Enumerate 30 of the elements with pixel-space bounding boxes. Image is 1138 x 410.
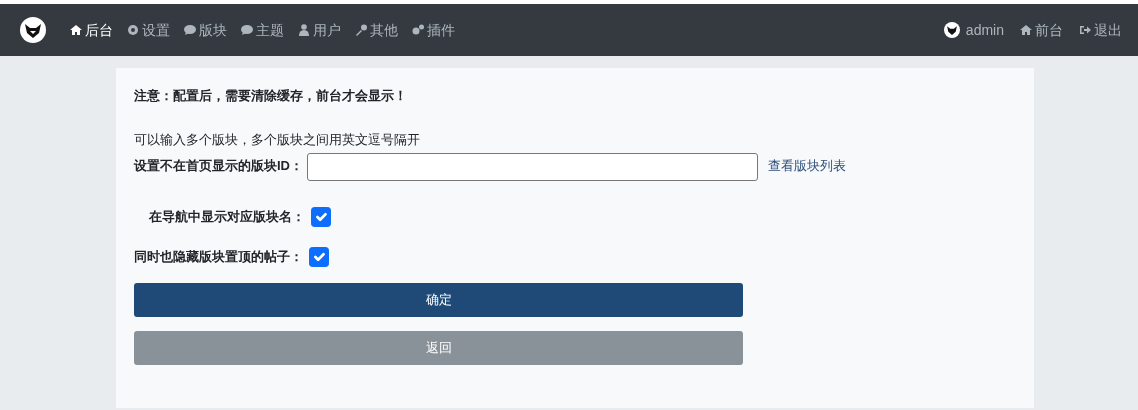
logo-icon[interactable] <box>20 17 46 43</box>
sign-out-icon <box>1079 24 1091 36</box>
nav-link[interactable]: 版块 <box>184 19 227 41</box>
checkbox[interactable] <box>311 207 331 227</box>
home-icon <box>70 24 82 36</box>
user-link[interactable]: admin <box>943 19 1004 41</box>
logout-link[interactable]: 退出 <box>1079 19 1122 41</box>
nav-link[interactable]: 插件 <box>412 19 455 41</box>
notice-text: 注意：配置后，需要清除缓存，前台才会显示！ <box>134 87 408 105</box>
nav-link[interactable]: 主题 <box>241 19 284 41</box>
nav-link[interactable]: 用户 <box>298 19 341 41</box>
nav-link[interactable]: 设置 <box>127 19 170 41</box>
forum-id-input[interactable] <box>307 153 758 181</box>
hint-text: 可以输入多个版块，多个版块之间用英文逗号隔开 <box>134 130 421 149</box>
comment-icon <box>184 24 196 36</box>
confirm-button[interactable]: 确定 <box>134 283 743 317</box>
forum-list-link[interactable]: 查看版块列表 <box>768 158 846 174</box>
user-icon <box>298 24 310 36</box>
checkbox[interactable] <box>309 247 329 267</box>
checkbox-label: 在导航中显示对应版块名： <box>149 208 305 227</box>
home-icon <box>1020 24 1032 36</box>
nav-link[interactable]: 其他 <box>355 19 398 41</box>
checkbox-label: 同时也隐藏版块置顶的帖子： <box>134 248 303 267</box>
frontend-link[interactable]: 前台 <box>1020 19 1063 41</box>
comment-icon <box>241 24 253 36</box>
nav-link[interactable]: 后台 <box>70 19 113 41</box>
avatar-icon <box>943 22 960 38</box>
settings-icon <box>127 24 139 36</box>
field-label: 设置不在首页显示的版块ID： <box>134 158 303 174</box>
back-button[interactable]: 返回 <box>134 331 743 365</box>
